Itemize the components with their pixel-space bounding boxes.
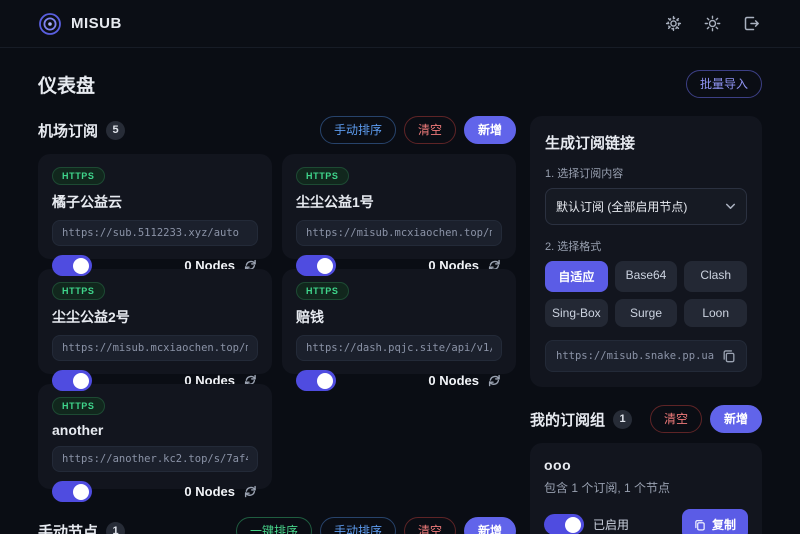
misub-logo-icon [38,12,62,36]
one-key-sort-button[interactable]: 一键排序 [236,517,312,534]
subscription-name: another [52,422,258,438]
subscription-url-input[interactable] [52,335,258,361]
subscription-name: 橘子公益云 [52,192,258,212]
subscription-url-input[interactable] [52,220,258,246]
node-count-label: 0 Nodes [184,484,235,499]
settings-gear-icon[interactable] [665,15,682,32]
generate-link-title: 生成订阅链接 [545,132,747,153]
group-name: ooo [544,457,748,473]
batch-import-button[interactable]: 批量导入 [686,70,762,98]
add-group-button[interactable]: 新增 [710,405,762,433]
copy-icon [694,519,706,531]
format-option-base64[interactable]: Base64 [615,261,678,292]
subscription-cards-grid: HTTPS 橘子公益云 0 Nodes HTTPS 尘尘公益1号 [38,154,516,489]
format-option-clash[interactable]: Clash [684,261,747,292]
step2-label: 2. 选择格式 [545,238,747,254]
groups-title: 我的订阅组 [530,409,605,430]
refresh-icon[interactable] [487,373,502,388]
generated-link-input[interactable] [556,350,714,362]
format-option-surge[interactable]: Surge [615,299,678,327]
subscription-card: HTTPS 尘尘公益2号 0 Nodes [38,269,272,374]
subscription-enabled-toggle[interactable] [52,370,92,391]
manual-sort-nodes-button[interactable]: 手动排序 [320,517,396,534]
node-count-label: 0 Nodes [428,373,479,388]
clear-nodes-button[interactable]: 清空 [404,517,456,534]
add-node-button[interactable]: 新增 [464,517,516,534]
refresh-icon[interactable] [243,484,258,499]
subscription-groups-section: 我的订阅组 1 清空 新增 [530,405,762,433]
subscription-name: 尘尘公益2号 [52,307,258,327]
airport-subs-count-badge: 5 [106,121,125,140]
generate-link-card: 生成订阅链接 1. 选择订阅内容 默认订阅 (全部启用节点) 2. 选择格式 自… [530,116,762,387]
subscription-url-input[interactable] [296,220,502,246]
chevron-down-icon [725,201,736,212]
group-enabled-toggle[interactable] [544,514,584,534]
copy-button-label: 复制 [712,516,736,533]
logout-icon[interactable] [743,15,760,32]
subscription-name: 赔钱 [296,307,502,327]
subscription-name: 尘尘公益1号 [296,192,502,212]
subscription-content-select[interactable]: 默认订阅 (全部启用节点) [545,188,747,225]
generated-link-box [545,340,747,372]
protocol-badge: HTTPS [296,282,349,300]
protocol-badge: HTTPS [296,167,349,185]
page-title: 仪表盘 [38,71,95,98]
brand: MISUB [38,12,122,36]
subscription-card: HTTPS 赔钱 0 Nodes [282,269,516,374]
protocol-badge: HTTPS [52,397,105,415]
theme-sun-icon[interactable] [704,15,721,32]
protocol-badge: HTTPS [52,167,105,185]
groups-count-badge: 1 [613,410,632,429]
right-panel: 生成订阅链接 1. 选择订阅内容 默认订阅 (全部启用节点) 2. 选择格式 自… [530,116,762,534]
clear-groups-button[interactable]: 清空 [650,405,702,433]
group-enabled-label: 已启用 [593,516,629,533]
protocol-badge: HTTPS [52,282,105,300]
format-options: 自适应 Base64 Clash Sing-Box Surge Loon [545,261,747,327]
subscription-card: HTTPS 尘尘公益1号 0 Nodes [282,154,516,259]
subscription-url-input[interactable] [296,335,502,361]
top-bar: MISUB [0,0,800,48]
airport-subs-title: 机场订阅 [38,120,98,141]
manual-sort-button[interactable]: 手动排序 [320,116,396,144]
clear-subs-button[interactable]: 清空 [404,116,456,144]
subscription-enabled-toggle[interactable] [52,481,92,502]
subscription-card: HTTPS 橘子公益云 0 Nodes [38,154,272,259]
airport-subscriptions-section: 机场订阅 5 手动排序 清空 新增 HTTPS 橘子公益云 [38,116,516,534]
group-card: ooo 包含 1 个订阅, 1 个节点 已启用 复制 [530,443,762,534]
add-sub-button[interactable]: 新增 [464,116,516,144]
copy-icon[interactable] [722,349,736,363]
copy-group-link-button[interactable]: 复制 [682,509,748,534]
format-option-loon[interactable]: Loon [684,299,747,327]
format-option-singbox[interactable]: Sing-Box [545,299,608,327]
select-value: 默认订阅 (全部启用节点) [556,198,687,215]
manual-nodes-title: 手动节点 [38,521,98,534]
step1-label: 1. 选择订阅内容 [545,165,747,181]
subscription-enabled-toggle[interactable] [296,255,336,276]
format-option-adaptive[interactable]: 自适应 [545,261,608,292]
brand-name: MISUB [71,15,122,32]
group-description: 包含 1 个订阅, 1 个节点 [544,479,748,496]
manual-nodes-section: 手动节点 1 一键排序 手动排序 清空 新增 [38,517,516,534]
subscription-enabled-toggle[interactable] [52,255,92,276]
manual-nodes-count-badge: 1 [106,522,125,534]
subscription-url-input[interactable] [52,446,258,472]
subscription-enabled-toggle[interactable] [296,370,336,391]
subscription-card: HTTPS another 0 Nodes [38,384,272,489]
